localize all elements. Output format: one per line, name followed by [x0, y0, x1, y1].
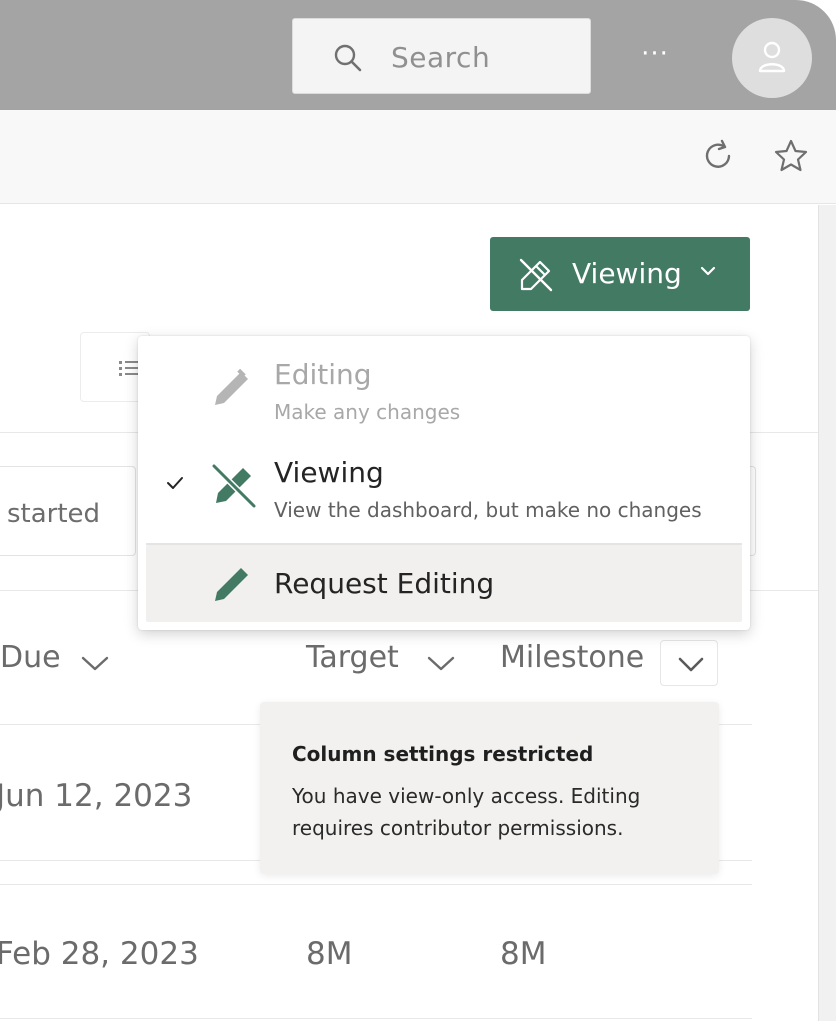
pencil-icon	[215, 368, 248, 405]
column-settings-button[interactable]	[660, 640, 718, 686]
column-header-target[interactable]: Target	[306, 640, 399, 675]
menu-item-title: Viewing	[274, 456, 384, 489]
mode-button-label: Viewing	[572, 257, 682, 290]
chevron-down-icon[interactable]	[80, 654, 110, 672]
mode-menu: Editing Make any changes Viewing View th…	[138, 336, 750, 630]
menu-item-subtitle: View the dashboard, but make no changes	[274, 498, 702, 522]
tooltip-body: You have view-only access. Editing requi…	[292, 784, 641, 840]
permission-tooltip: Column settings restricted You have view…	[260, 702, 719, 874]
more-options-button[interactable]: ···	[630, 34, 680, 78]
status-filter-field[interactable]: started	[0, 466, 136, 556]
title-bar: Search ···	[0, 0, 836, 110]
menu-item-editing[interactable]: Editing Make any changes	[138, 336, 750, 436]
menu-item-title: Request Editing	[274, 567, 495, 600]
table-cell-due: Feb 28, 2023	[0, 936, 199, 972]
table-cell-milestone: 8M	[500, 936, 547, 972]
menu-item-title: Editing	[274, 358, 372, 391]
refresh-icon[interactable]	[700, 138, 736, 174]
pencil-off-icon	[519, 258, 553, 292]
vertical-scrollbar[interactable]	[818, 205, 836, 1021]
search-icon	[334, 44, 362, 72]
column-header-milestone[interactable]: Milestone	[500, 640, 644, 675]
chevron-down-icon	[700, 266, 716, 276]
column-header-due[interactable]: Due	[0, 640, 61, 675]
table-row-divider	[0, 1018, 752, 1019]
pencil-icon	[215, 568, 248, 601]
star-icon[interactable]	[772, 138, 810, 174]
tooltip-title: Column settings restricted	[292, 742, 594, 766]
table-cell-due: Jun 12, 2023	[0, 778, 193, 814]
status-filter-value: started	[7, 499, 101, 529]
person-icon	[758, 41, 786, 73]
browser-toolbar	[0, 110, 836, 204]
chevron-down-icon	[678, 657, 704, 672]
mode-dropdown-button[interactable]: Viewing	[490, 237, 750, 311]
table-cell-target: 8M	[306, 936, 353, 972]
menu-item-viewing[interactable]: Viewing View the dashboard, but make no …	[138, 436, 750, 542]
pencil-off-icon	[211, 463, 257, 509]
menu-item-request-editing[interactable]: Request Editing	[146, 545, 742, 622]
search-input[interactable]: Search	[292, 18, 591, 94]
chevron-down-icon[interactable]	[426, 654, 456, 672]
menu-item-subtitle: Make any changes	[274, 400, 461, 424]
table-row-divider	[0, 884, 752, 885]
search-placeholder: Search	[391, 41, 491, 74]
avatar[interactable]	[732, 18, 812, 98]
